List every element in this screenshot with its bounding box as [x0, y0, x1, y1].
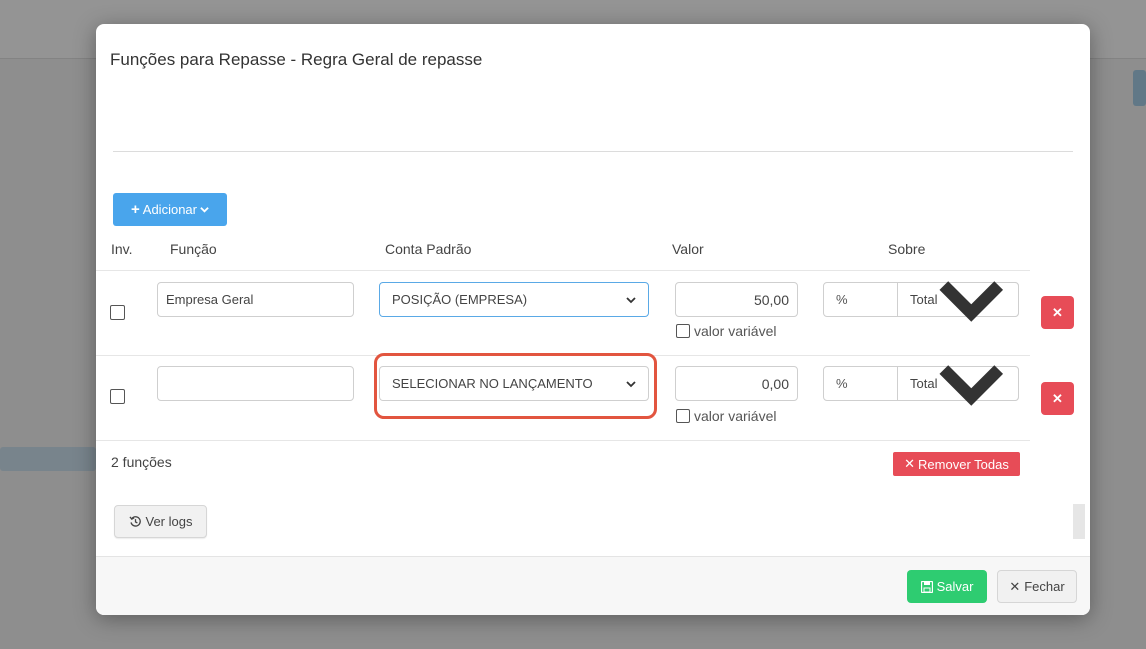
- inv-checkbox-row1[interactable]: [110, 305, 125, 320]
- chevron-down-icon: [626, 296, 636, 303]
- delete-row2-button[interactable]: ✕: [1041, 382, 1074, 415]
- valor-variavel-checkbox[interactable]: [676, 324, 690, 338]
- conta-padrao-value-row1: POSIÇÃO (EMPRESA): [392, 292, 528, 307]
- conta-padrao-select-row1[interactable]: POSIÇÃO (EMPRESA): [379, 282, 649, 317]
- row-divider: [96, 270, 1030, 271]
- header-funcao: Função: [170, 241, 217, 257]
- chevron-down-icon: [939, 365, 1004, 406]
- chevron-down-icon: [200, 207, 209, 213]
- percent-unit-row1: %: [836, 292, 848, 307]
- row-divider: [96, 440, 1030, 441]
- funcao-input-row2[interactable]: [157, 366, 354, 401]
- inv-checkbox-row2[interactable]: [110, 389, 125, 404]
- modal-title: Funções para Repasse - Regra Geral de re…: [110, 50, 483, 69]
- valor-variavel-label: valor variável: [694, 323, 777, 339]
- repasse-functions-modal: Funções para Repasse - Regra Geral de re…: [96, 24, 1090, 615]
- sobre-select-row1[interactable]: Total: [897, 281, 1019, 322]
- funcao-input-row1[interactable]: Empresa Geral: [157, 282, 354, 317]
- title-divider: [113, 151, 1073, 152]
- sobre-group-row2: % Total: [823, 365, 1019, 406]
- header-conta-padrao: Conta Padrão: [385, 241, 472, 257]
- save-label: Salvar: [936, 579, 974, 594]
- close-icon: ✕: [904, 456, 916, 471]
- delete-row1-button[interactable]: ✕: [1041, 296, 1074, 329]
- save-button[interactable]: Salvar: [907, 570, 987, 603]
- close-label: Fechar: [1024, 579, 1065, 594]
- valor-variavel-row1[interactable]: valor variável: [676, 323, 776, 339]
- remove-all-label: Remover Todas: [918, 456, 1009, 472]
- view-logs-label: Ver logs: [145, 514, 193, 529]
- valor-variavel-label: valor variável: [694, 408, 777, 424]
- close-icon: ✕: [1009, 578, 1021, 594]
- sobre-value-row2: Total: [910, 376, 938, 391]
- valor-input-row2[interactable]: 0,00: [675, 366, 798, 401]
- history-icon: [128, 516, 141, 527]
- scrollbar-thumb[interactable]: [1073, 504, 1085, 539]
- chevron-down-icon: [939, 281, 1004, 322]
- percent-unit-row2: %: [836, 376, 848, 391]
- plus-icon: +: [131, 201, 140, 218]
- functions-count: 2 funções: [111, 454, 172, 470]
- close-icon: ✕: [1052, 304, 1063, 320]
- floppy-disk-icon: [920, 580, 933, 593]
- add-button-label: Adicionar: [142, 202, 197, 217]
- view-logs-button[interactable]: Ver logs: [114, 505, 207, 538]
- sobre-value-row1: Total: [910, 292, 938, 307]
- header-inv: Inv.: [111, 241, 133, 257]
- highlight-annotation: [374, 353, 657, 419]
- sobre-group-row1: % Total: [823, 281, 1019, 322]
- add-dropdown-button[interactable]: + Adicionar: [113, 193, 227, 226]
- valor-input-row1[interactable]: 50,00: [675, 282, 798, 317]
- valor-variavel-checkbox[interactable]: [676, 409, 690, 423]
- header-sobre: Sobre: [888, 241, 926, 257]
- remove-all-button[interactable]: ✕ Remover Todas: [893, 452, 1020, 476]
- header-valor: Valor: [672, 241, 704, 257]
- close-icon: ✕: [1052, 390, 1063, 406]
- valor-variavel-row2[interactable]: valor variável: [676, 408, 776, 424]
- sobre-select-row2[interactable]: Total: [897, 365, 1019, 406]
- close-button[interactable]: ✕ Fechar: [997, 570, 1077, 603]
